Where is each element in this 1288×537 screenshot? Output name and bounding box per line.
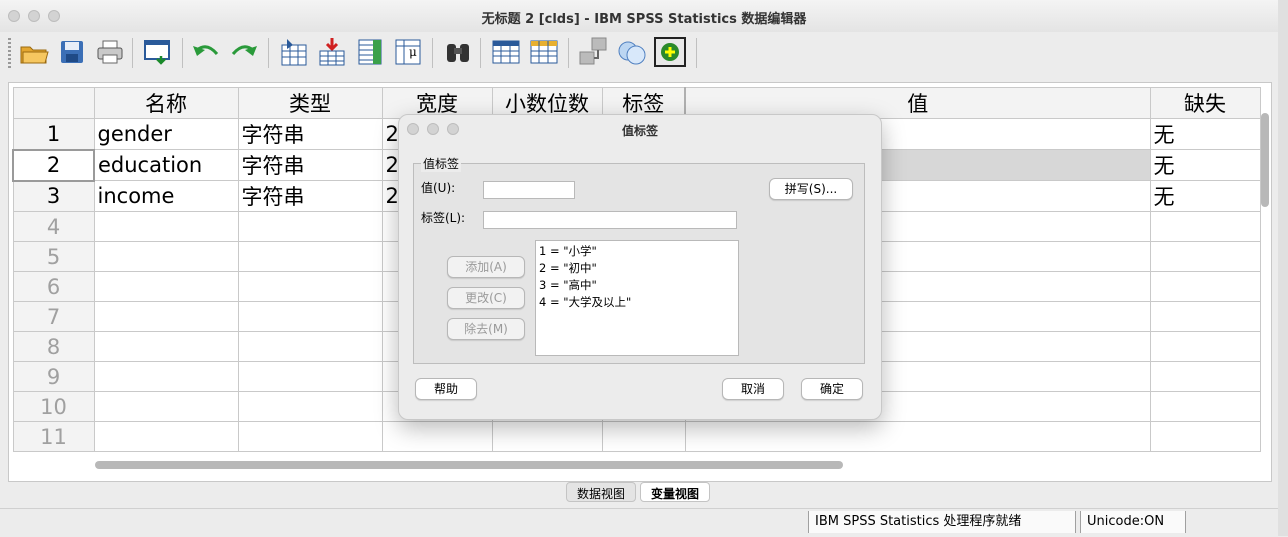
weight-cases-icon[interactable]: [616, 36, 648, 68]
svg-text:μ: μ: [409, 45, 417, 59]
open-folder-icon[interactable]: [18, 36, 50, 68]
cell-name[interactable]: education: [93, 149, 239, 181]
corner-cell[interactable]: [12, 87, 95, 119]
row-number[interactable]: 9: [12, 361, 95, 392]
cell-type[interactable]: 字符串: [237, 118, 383, 150]
row-number[interactable]: 4: [12, 211, 95, 242]
table-row: 11: [12, 421, 1261, 452]
list-item[interactable]: 2 = "初中": [539, 260, 735, 277]
tab-data-view[interactable]: 数据视图: [566, 482, 637, 502]
recall-dialog-icon[interactable]: [142, 36, 174, 68]
ok-button[interactable]: 确定: [801, 378, 863, 400]
label-field-label: 标签(L):: [421, 211, 466, 225]
cell-missing[interactable]: 无: [1149, 118, 1261, 150]
view-tabs: 数据视图 变量视图: [566, 482, 711, 502]
cancel-button[interactable]: 取消: [722, 378, 784, 400]
group-label: 值标签: [421, 155, 462, 172]
header-name[interactable]: 名称: [93, 87, 239, 119]
cell-name[interactable]: gender: [93, 118, 239, 150]
value-labels-list[interactable]: 1 = "小学" 2 = "初中" 3 = "高中" 4 = "大学及以上": [535, 240, 739, 356]
row-number[interactable]: 11: [12, 421, 95, 452]
change-button[interactable]: 更改(C): [447, 287, 525, 309]
list-item[interactable]: 4 = "大学及以上": [539, 294, 735, 311]
value-labels-dialog: 值标签 值标签 值(U): 拼写(S)... 标签(L): 添加(A) 更改(C…: [398, 114, 882, 420]
cell-missing[interactable]: 无: [1149, 180, 1261, 212]
print-icon[interactable]: [94, 36, 126, 68]
window-title: 无标题 2 [clds] - IBM SPSS Statistics 数据编辑器: [481, 12, 807, 27]
spelling-button[interactable]: 拼写(S)...: [769, 178, 853, 200]
cell-name[interactable]: income: [93, 180, 239, 212]
tab-variable-view[interactable]: 变量视图: [640, 482, 711, 502]
insert-variable-icon[interactable]: [528, 36, 560, 68]
dialog-title: 值标签: [621, 124, 658, 138]
add-button[interactable]: 添加(A): [447, 256, 525, 278]
row-number[interactable]: 7: [12, 301, 95, 332]
processor-status: IBM SPSS Statistics 处理程序就绪: [808, 511, 1076, 533]
header-type[interactable]: 类型: [237, 87, 383, 119]
status-bar: IBM SPSS Statistics 处理程序就绪 Unicode:ON: [0, 508, 1288, 537]
remove-button[interactable]: 除去(M): [447, 318, 525, 340]
goto-case-icon[interactable]: [278, 36, 310, 68]
variables-icon[interactable]: [354, 36, 386, 68]
row-number[interactable]: 8: [12, 331, 95, 362]
split-file-icon[interactable]: [578, 36, 610, 68]
toolbar: μ: [0, 32, 1288, 74]
list-item[interactable]: 3 = "高中": [539, 277, 735, 294]
toolbar-grip: [8, 38, 11, 68]
cell-type[interactable]: 字符串: [237, 149, 383, 181]
help-button[interactable]: 帮助: [415, 378, 477, 400]
row-number[interactable]: 5: [12, 241, 95, 272]
header-missing[interactable]: 缺失: [1149, 87, 1261, 119]
run-descriptives-icon[interactable]: μ: [392, 36, 424, 68]
value-labels-icon[interactable]: [654, 36, 686, 68]
redo-icon[interactable]: [228, 36, 260, 68]
save-icon[interactable]: [56, 36, 88, 68]
horizontal-scrollbar[interactable]: [95, 461, 843, 469]
row-number[interactable]: 1: [12, 118, 95, 150]
vertical-scrollbar[interactable]: [1261, 113, 1269, 207]
row-number[interactable]: 2: [12, 148, 95, 182]
window-edge: [1278, 0, 1288, 536]
list-item[interactable]: 1 = "小学": [539, 243, 735, 260]
row-number[interactable]: 6: [12, 271, 95, 302]
row-number[interactable]: 10: [12, 391, 95, 422]
undo-icon[interactable]: [190, 36, 222, 68]
find-icon[interactable]: [442, 36, 474, 68]
title-bar: 无标题 2 [clds] - IBM SPSS Statistics 数据编辑器: [0, 0, 1288, 33]
cell-type[interactable]: 字符串: [237, 180, 383, 212]
value-input[interactable]: [483, 181, 575, 199]
label-input[interactable]: [483, 211, 737, 229]
value-field-label: 值(U):: [421, 181, 456, 195]
row-number[interactable]: 3: [12, 180, 95, 212]
insert-cases-icon[interactable]: [490, 36, 522, 68]
goto-variable-icon[interactable]: [316, 36, 348, 68]
unicode-status: Unicode:ON: [1080, 511, 1186, 533]
cell-missing[interactable]: 无: [1149, 149, 1261, 181]
